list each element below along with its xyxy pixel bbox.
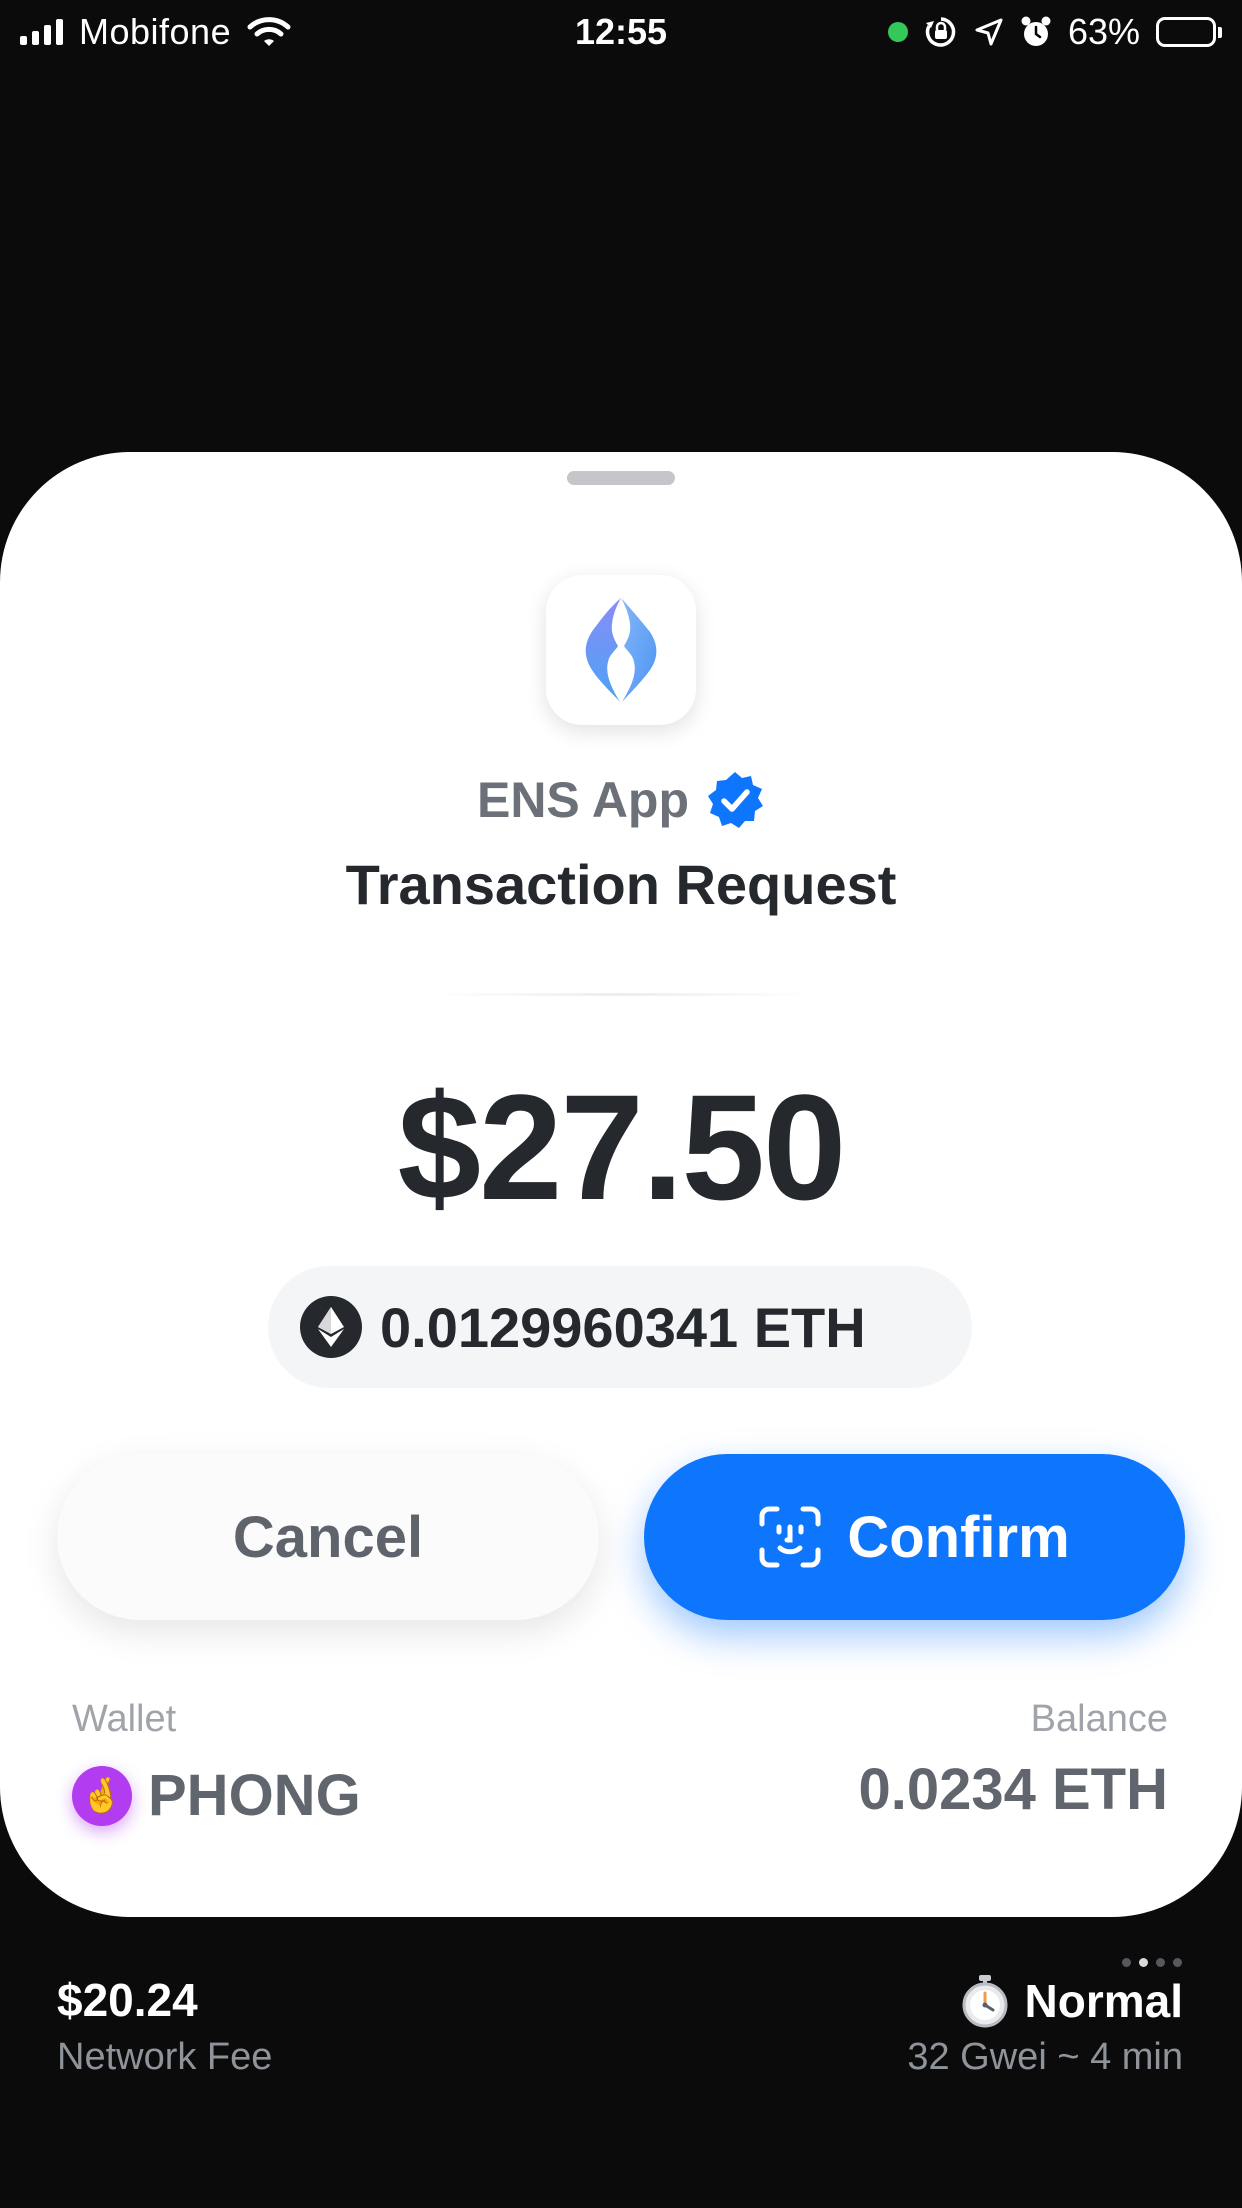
confirm-button-label: Confirm <box>847 1504 1070 1570</box>
camera-indicator-dot <box>887 22 908 42</box>
divider <box>430 993 812 996</box>
ethereum-icon <box>300 1296 362 1358</box>
confirm-button[interactable]: Confirm <box>644 1454 1185 1620</box>
balance-value: 0.0234 ETH <box>858 1757 1168 1822</box>
face-id-icon <box>759 1506 821 1568</box>
location-icon <box>974 17 1004 47</box>
cancel-button-label: Cancel <box>232 1504 424 1570</box>
page-dot <box>1173 1958 1182 1967</box>
page-dot <box>1122 1958 1131 1967</box>
gas-speed-label: Normal <box>1024 1975 1183 2027</box>
wallet-selector[interactable]: 🤞 PHONG <box>72 1762 361 1829</box>
alarm-icon <box>1020 15 1052 49</box>
network-fee-amount[interactable]: $20.24 <box>57 1973 198 2027</box>
transaction-sheet: ENS App Transaction Request $27.50 0.012… <box>0 452 1242 1917</box>
balance-label: Balance <box>1030 1698 1168 1740</box>
battery-percent: 63% <box>1067 11 1140 52</box>
app-name: ENS App <box>476 772 690 828</box>
gas-speed-selector[interactable]: Normal <box>959 1974 1183 2028</box>
wallet-name: PHONG <box>148 1763 361 1828</box>
wallet-avatar: 🤞 <box>72 1765 132 1826</box>
status-right: 63% <box>887 8 1222 56</box>
status-bar: Mobifone 12:55 63% <box>0 0 1242 64</box>
stopwatch-icon <box>959 1974 1011 2028</box>
battery-icon <box>1156 17 1222 47</box>
gas-detail: 32 Gwei ~ 4 min <box>907 2036 1183 2078</box>
amount-eth: 0.0129960341 ETH <box>380 1295 866 1359</box>
amount-usd: $27.50 <box>397 1063 847 1231</box>
orientation-lock-icon <box>924 15 958 49</box>
ens-logo-icon <box>546 575 696 725</box>
sheet-grabber[interactable] <box>567 471 675 485</box>
eth-amount-pill: 0.0129960341 ETH <box>268 1266 972 1388</box>
verified-badge-icon <box>705 770 765 830</box>
page-dot <box>1139 1958 1148 1967</box>
gas-speed-page-dots <box>1122 1958 1182 1967</box>
wallet-label: Wallet <box>72 1698 177 1740</box>
app-name-row: ENS App <box>0 770 1242 830</box>
network-fee-label: Network Fee <box>57 2036 273 2078</box>
request-title: Transaction Request <box>345 853 897 916</box>
page-dot <box>1156 1958 1165 1967</box>
cancel-button[interactable]: Cancel <box>57 1454 599 1620</box>
